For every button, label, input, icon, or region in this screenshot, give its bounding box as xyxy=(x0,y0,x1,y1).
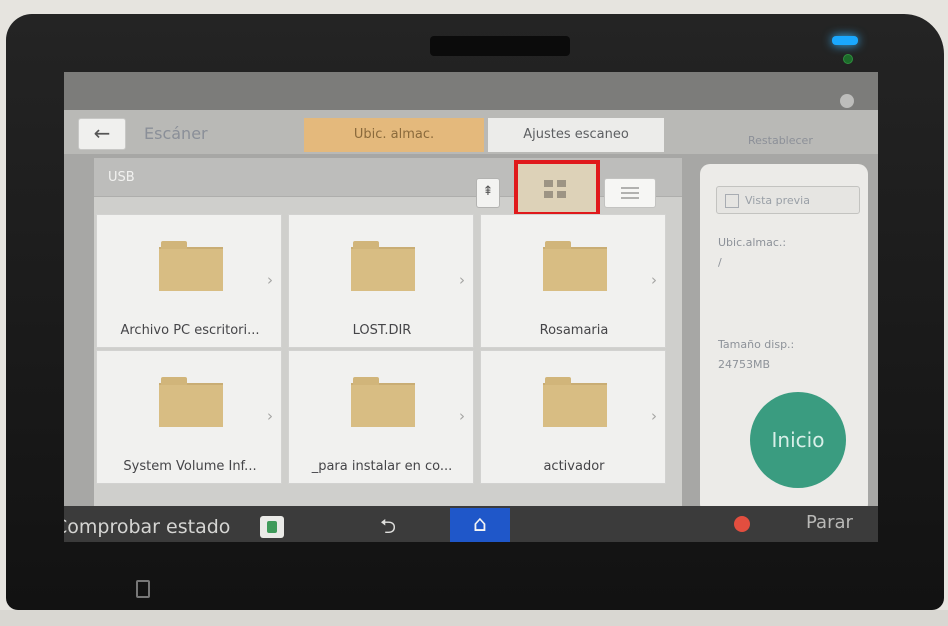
grid-view-icon-part xyxy=(557,180,566,187)
chevron-right-icon: › xyxy=(651,271,657,289)
chevron-right-icon: › xyxy=(459,271,465,289)
page-title: Escáner xyxy=(144,124,208,143)
folder-item[interactable]: › Rosamaria xyxy=(480,214,666,348)
grid-view-icon xyxy=(544,180,553,187)
preview-icon xyxy=(725,194,739,208)
desk-surface xyxy=(0,610,948,626)
chevron-right-icon: › xyxy=(267,271,273,289)
list-view-icon xyxy=(621,187,639,189)
location-value: / xyxy=(718,256,722,269)
folder-item[interactable]: › _para instalar en co... xyxy=(288,350,474,484)
top-status-bar xyxy=(64,72,878,110)
undo-button[interactable]: ⮌ xyxy=(380,512,396,542)
available-size-value: 24753MB xyxy=(718,358,771,371)
list-view-icon-part xyxy=(621,192,639,194)
stop-icon[interactable] xyxy=(734,516,750,532)
available-size-label: Tamaño disp.: xyxy=(718,338,795,351)
grid-view-icon-part xyxy=(544,191,553,198)
status-icon[interactable] xyxy=(260,516,284,538)
folder-name: _para instalar en co... xyxy=(311,459,453,474)
chevron-right-icon: › xyxy=(267,407,273,425)
start-button[interactable]: Inicio xyxy=(750,392,846,488)
folder-name: Archivo PC escritori... xyxy=(120,323,260,338)
current-path: USB xyxy=(108,170,135,185)
ambient-sensor xyxy=(843,54,853,64)
folder-item[interactable]: › LOST.DIR xyxy=(288,214,474,348)
tab-storage-location[interactable]: Ubic. almac. xyxy=(304,118,484,152)
folder-icon xyxy=(159,241,223,291)
folder-name: Rosamaria xyxy=(539,323,609,338)
location-label: Ubic.almac.: xyxy=(718,236,787,249)
chevron-right-icon: › xyxy=(651,407,657,425)
reset-button[interactable]: Restablecer xyxy=(748,134,813,147)
folder-item[interactable]: › activador xyxy=(480,350,666,484)
folder-name: activador xyxy=(543,459,605,474)
folder-name: LOST.DIR xyxy=(352,323,412,338)
chevron-right-icon: › xyxy=(459,407,465,425)
folder-item[interactable]: › System Volume Inf... xyxy=(96,350,282,484)
status-indicator-icon xyxy=(840,94,854,108)
list-view-icon-part xyxy=(621,197,639,199)
folder-item[interactable]: › Archivo PC escritori... xyxy=(96,214,282,348)
folder-icon xyxy=(543,241,607,291)
folder-icon xyxy=(351,241,415,291)
hardware-key-icon[interactable] xyxy=(136,580,150,598)
grid-view-button[interactable] xyxy=(514,160,600,216)
grid-view-icon-part xyxy=(557,191,566,198)
folder-name: System Volume Inf... xyxy=(123,459,257,474)
tab-scan-settings[interactable]: Ajustes escaneo xyxy=(488,118,664,152)
folder-icon xyxy=(351,377,415,427)
power-led xyxy=(832,36,858,45)
list-view-button[interactable] xyxy=(604,178,656,208)
back-button[interactable]: ← xyxy=(78,118,126,150)
folder-icon xyxy=(543,377,607,427)
folder-icon xyxy=(159,377,223,427)
up-folder-button[interactable]: ⇞ xyxy=(476,178,500,208)
stop-button[interactable]: Parar xyxy=(806,512,853,533)
home-button[interactable]: ⌂ xyxy=(450,508,510,542)
preview-label: Vista previa xyxy=(745,194,810,207)
preview-button[interactable]: Vista previa xyxy=(716,186,860,214)
check-status-button[interactable]: Comprobar estado xyxy=(64,516,230,538)
touch-screen: ← Escáner Ubic. almac. Ajustes escaneo R… xyxy=(64,72,878,542)
bezel-top-slot xyxy=(430,36,570,56)
